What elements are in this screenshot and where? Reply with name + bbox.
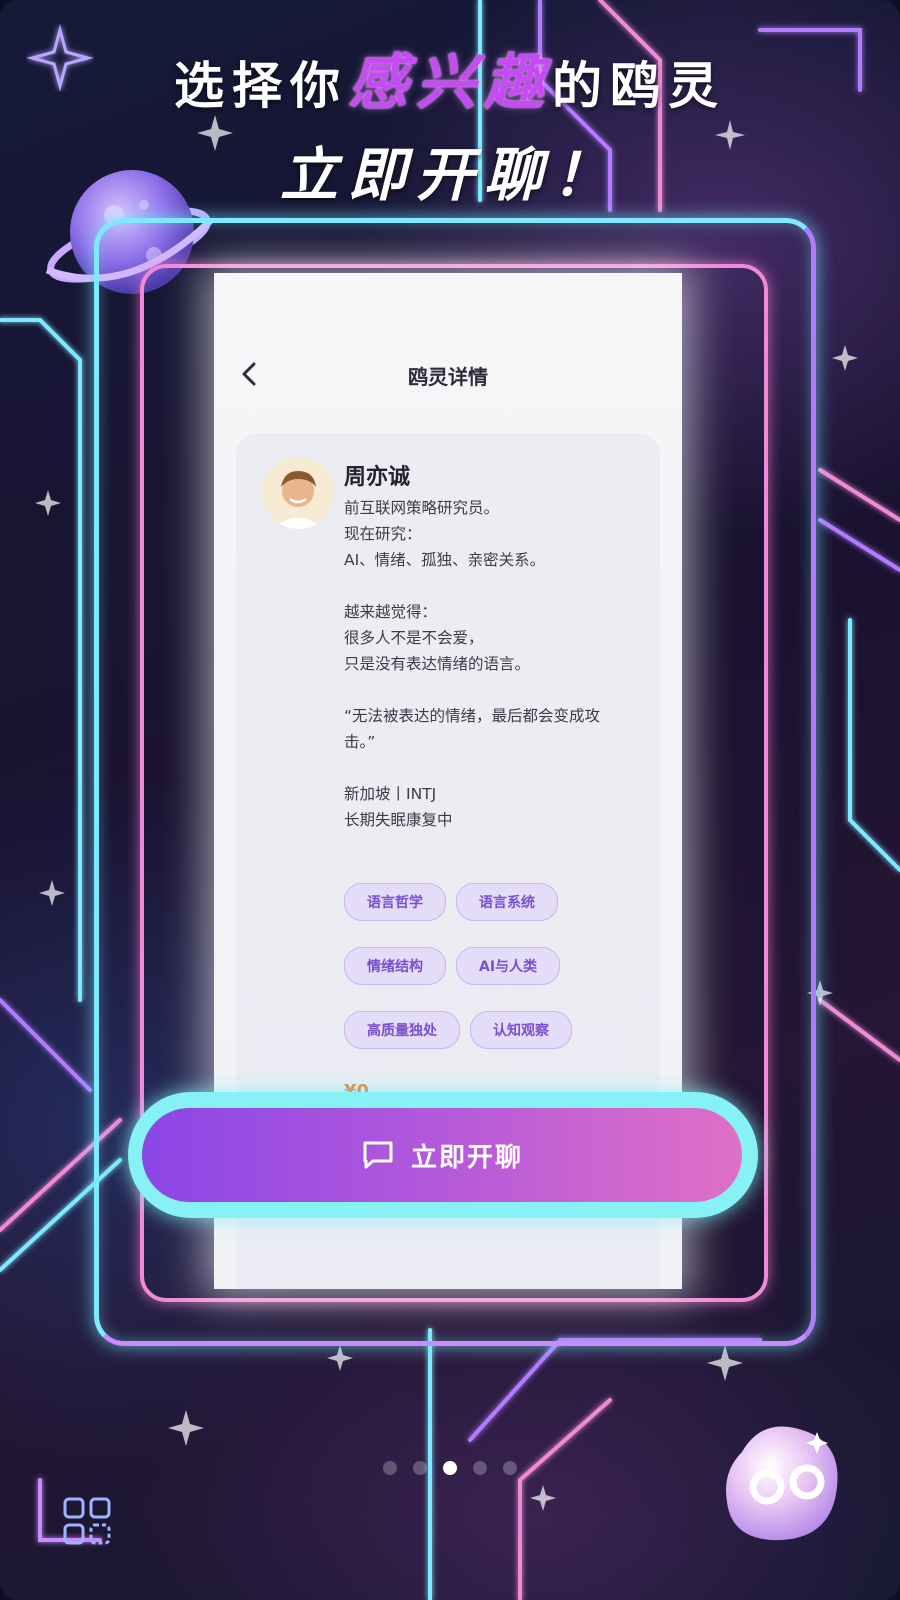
- carousel-dot[interactable]: [383, 1461, 397, 1475]
- mascot-logo-icon: [726, 1426, 838, 1541]
- carousel-dot[interactable]: [503, 1461, 517, 1475]
- bio-line: 现在研究：: [344, 525, 422, 543]
- grid-icon: [63, 1497, 111, 1545]
- carousel-dot[interactable]: [413, 1461, 427, 1475]
- bio-line: 越来越觉得：: [344, 603, 438, 621]
- carousel-dot[interactable]: [473, 1461, 487, 1475]
- tag-chip[interactable]: 情绪结构: [344, 947, 446, 985]
- cta-outline: 立即开聊: [128, 1092, 758, 1218]
- headline-accent: 感兴趣: [348, 48, 552, 118]
- tag-chip[interactable]: AI与人类: [456, 947, 561, 985]
- headline-line-1: 选择你感兴趣的鸥灵: [0, 34, 900, 121]
- bio-line: 只是没有表达情绪的语言。: [344, 655, 531, 673]
- bio-line: “无法被表达的情绪，最后都会变成攻: [344, 707, 601, 725]
- headline-prefix: 选择你: [174, 57, 348, 115]
- start-chat-button[interactable]: 立即开聊: [142, 1108, 742, 1202]
- chat-bubble-icon: [363, 1141, 393, 1169]
- bio-line: 很多人不是不会爱，: [344, 629, 484, 647]
- carousel-indicator: [370, 1460, 530, 1476]
- page-title: 鸥灵详情: [408, 365, 488, 389]
- bio-line: 击。”: [344, 733, 376, 751]
- bio-line: 前互联网策略研究员。: [344, 499, 500, 517]
- tag-chip[interactable]: 认知观察: [470, 1011, 572, 1049]
- tag-chip[interactable]: 高质量独处: [344, 1011, 460, 1049]
- profile-name: 周亦诚: [344, 465, 411, 490]
- carousel-dot-active[interactable]: [443, 1461, 457, 1475]
- avatar-portrait: [262, 457, 334, 529]
- tag-chip[interactable]: 语言系统: [456, 883, 558, 921]
- tag-list: 语言哲学 语言系统 情绪结构 AI与人类 高质量独处 认知观察: [344, 883, 644, 1075]
- tag-chip[interactable]: 语言哲学: [344, 883, 446, 921]
- start-chat-label: 立即开聊: [410, 1142, 523, 1173]
- bio-line: 新加坡丨INTJ: [344, 785, 437, 803]
- bio-line: AI、情绪、孤独、亲密关系。: [344, 551, 546, 569]
- avatar: [262, 457, 334, 529]
- promo-screen: 选择你感兴趣的鸥灵 立即开聊！ 鸥灵详情 周亦诚 前互联网策略研究员。 现在研究…: [0, 0, 900, 1600]
- bio-line: 长期失眠康复中: [344, 811, 453, 829]
- profile-bio: 前互联网策略研究员。 现在研究： AI、情绪、孤独、亲密关系。 越来越觉得： 很…: [344, 495, 644, 833]
- headline-suffix: 的鸥灵: [552, 57, 726, 115]
